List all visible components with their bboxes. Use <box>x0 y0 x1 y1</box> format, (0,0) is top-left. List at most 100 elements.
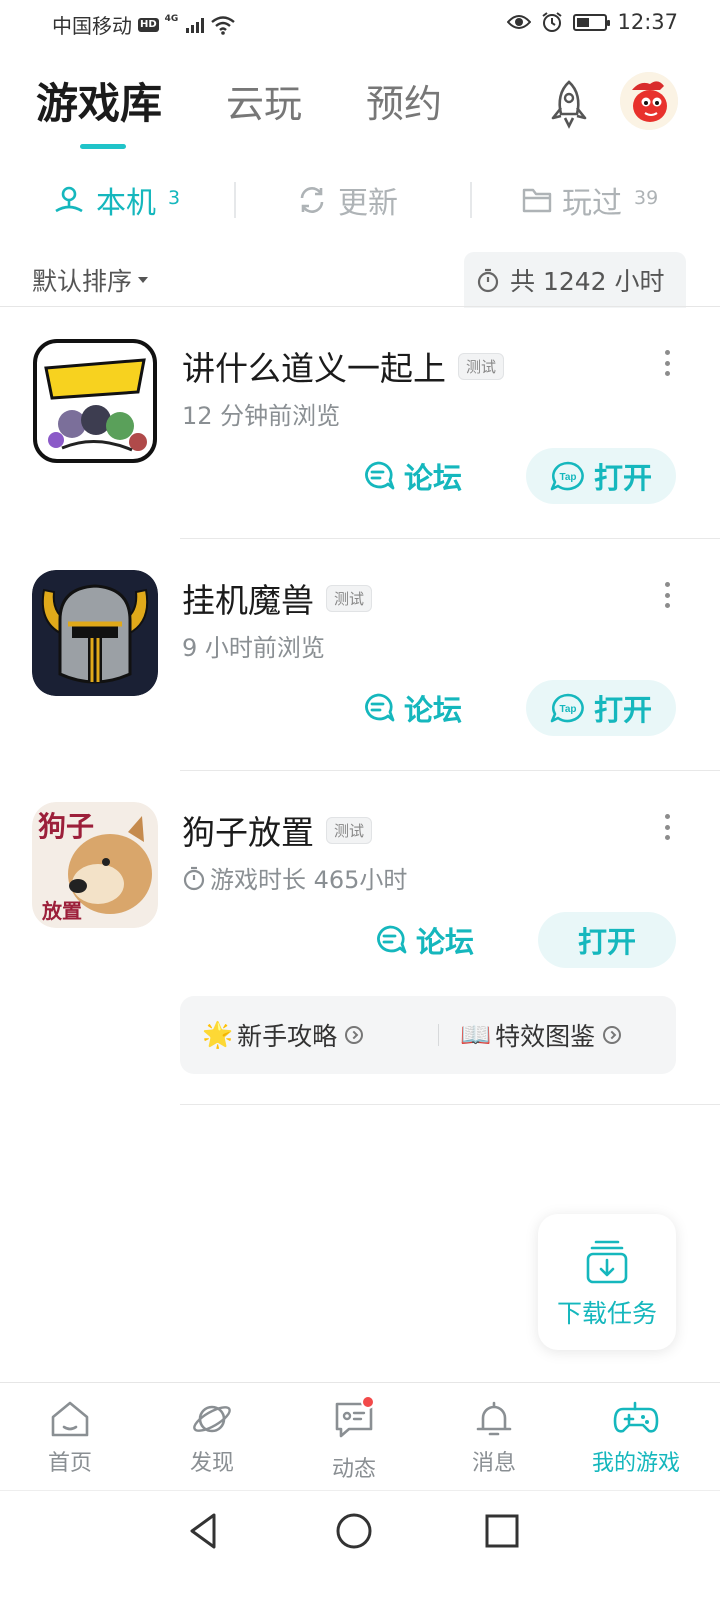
alarm-icon <box>542 12 563 32</box>
game-title[interactable]: 讲什么道义一起上 测试 <box>182 342 505 390</box>
open-label: 打开 <box>593 461 652 495</box>
tab-reservations[interactable]: 预约 <box>366 74 442 134</box>
notification-dot <box>361 1395 375 1409</box>
caret-down-icon <box>138 277 149 283</box>
game-icon-image <box>32 570 158 696</box>
forum-button[interactable]: 论坛 <box>362 680 462 736</box>
game-title[interactable]: 挂机魔兽 测试 <box>182 574 373 622</box>
open-button[interactable]: Tap 打开 <box>526 448 676 504</box>
battery-icon <box>573 13 611 31</box>
tab-cloud-play[interactable]: 云玩 <box>226 74 302 134</box>
tab-game-library[interactable]: 游戏库 <box>36 74 162 149</box>
more-options-icon[interactable] <box>662 814 672 840</box>
nav-feed-label: 动态 <box>331 1457 376 1482</box>
status-right: 12:37 <box>507 10 678 34</box>
forum-label: 论坛 <box>416 925 475 959</box>
system-nav-bar <box>0 1490 720 1600</box>
nav-feed[interactable]: 动态 <box>284 1395 424 1483</box>
subtab-played-count: 39 <box>634 187 659 209</box>
divider <box>180 770 720 771</box>
game-icon-image <box>32 338 158 464</box>
nav-my-games[interactable]: 我的游戏 <box>566 1399 706 1477</box>
sort-dropdown[interactable]: 默认排序 <box>32 262 149 298</box>
more-options-icon[interactable] <box>662 582 672 608</box>
nav-discover-label: 发现 <box>189 1451 234 1476</box>
recents-icon[interactable] <box>482 1511 522 1551</box>
subtab-update[interactable]: 更新 <box>296 170 398 230</box>
subtab-played[interactable]: 玩过 39 <box>522 170 658 230</box>
game-icon[interactable] <box>32 338 158 464</box>
effects-guide-label: 特效图鉴 <box>495 1022 596 1051</box>
game-title-text: 讲什么道义一起上 <box>182 349 446 388</box>
game-title-text: 狗子放置 <box>182 813 314 852</box>
open-button[interactable]: Tap 打开 <box>526 680 676 736</box>
game-last-viewed: 9 小时前浏览 <box>182 634 325 662</box>
timer-icon <box>183 866 205 890</box>
avatar[interactable] <box>620 72 678 130</box>
game-icon[interactable]: 狗子 放置 <box>32 802 158 928</box>
forum-label: 论坛 <box>404 693 463 727</box>
forum-label: 论坛 <box>404 461 463 495</box>
clock-time: 12:37 <box>617 10 678 34</box>
tap-icon: Tap <box>550 693 584 723</box>
forum-button[interactable]: 论坛 <box>374 912 474 968</box>
nav-discover[interactable]: 发现 <box>142 1399 282 1477</box>
gamepad-icon <box>613 1401 659 1433</box>
book-icon: 📖 <box>460 1020 492 1049</box>
subtab-local-count: 3 <box>168 187 181 209</box>
planet-icon <box>193 1405 231 1433</box>
nav-home-label: 首页 <box>47 1451 92 1476</box>
subtab-local[interactable]: 本机 3 <box>52 170 180 230</box>
download-tasks-button[interactable]: 下载任务 <box>538 1214 676 1350</box>
game-playtime: 游戏时长 465小时 <box>182 860 407 895</box>
back-icon[interactable] <box>184 1511 224 1551</box>
nav-messages[interactable]: 消息 <box>424 1399 564 1477</box>
divider <box>180 538 720 539</box>
forum-icon <box>365 461 395 490</box>
home-circle-icon[interactable] <box>334 1511 374 1551</box>
game-icon[interactable] <box>32 570 158 696</box>
total-hours-text: 共 1242 小时 <box>510 267 665 296</box>
tap-icon: Tap <box>550 461 584 491</box>
signal-icon <box>186 17 205 33</box>
folder-icon <box>522 188 552 213</box>
chevron-right-icon <box>603 1026 622 1044</box>
subtab-update-label: 更新 <box>338 186 398 221</box>
beginner-guide-link[interactable]: 🌟 新手攻略 <box>202 996 364 1074</box>
effects-guide-link[interactable]: 📖 特效图鉴 <box>460 996 622 1074</box>
status-left: 中国移动 HD 4G <box>52 10 236 39</box>
subtab-divider <box>470 182 472 218</box>
chevron-right-icon <box>345 1026 364 1044</box>
tap-icon-text: Tap <box>559 704 576 715</box>
more-options-icon[interactable] <box>662 350 672 376</box>
eye-icon <box>507 15 532 29</box>
game-title-text: 挂机魔兽 <box>182 581 314 620</box>
refresh-icon <box>300 187 324 213</box>
playtime-text: 游戏时长 465小时 <box>210 866 408 894</box>
star-icon: 🌟 <box>202 1020 234 1049</box>
test-badge: 测试 <box>326 816 373 844</box>
wifi-icon <box>211 15 236 35</box>
home-icon <box>51 1401 89 1437</box>
forum-button[interactable]: 论坛 <box>362 448 462 504</box>
nav-my-games-label: 我的游戏 <box>591 1451 680 1476</box>
tap-icon-text: Tap <box>559 472 576 483</box>
rocket-icon[interactable] <box>542 78 596 132</box>
divider <box>0 306 720 307</box>
local-icon <box>55 186 83 213</box>
nav-messages-label: 消息 <box>471 1451 516 1476</box>
sort-label: 默认排序 <box>32 267 133 296</box>
open-button[interactable]: 打开 <box>538 912 676 968</box>
test-badge: 测试 <box>326 584 373 612</box>
open-label: 打开 <box>593 693 652 727</box>
sub-tabs: 本机 3 更新 玩过 39 <box>0 170 720 230</box>
game-title[interactable]: 狗子放置 测试 <box>182 806 373 854</box>
divider <box>180 1104 720 1105</box>
game-last-viewed: 12 分钟前浏览 <box>182 402 341 430</box>
hd-icon: HD <box>138 17 159 32</box>
timer-icon <box>477 268 499 293</box>
nav-home[interactable]: 首页 <box>0 1399 140 1477</box>
network-type: 4G <box>164 13 179 24</box>
download-tasks-label: 下载任务 <box>556 1299 657 1328</box>
game-guides: 🌟 新手攻略 📖 特效图鉴 <box>180 996 676 1074</box>
